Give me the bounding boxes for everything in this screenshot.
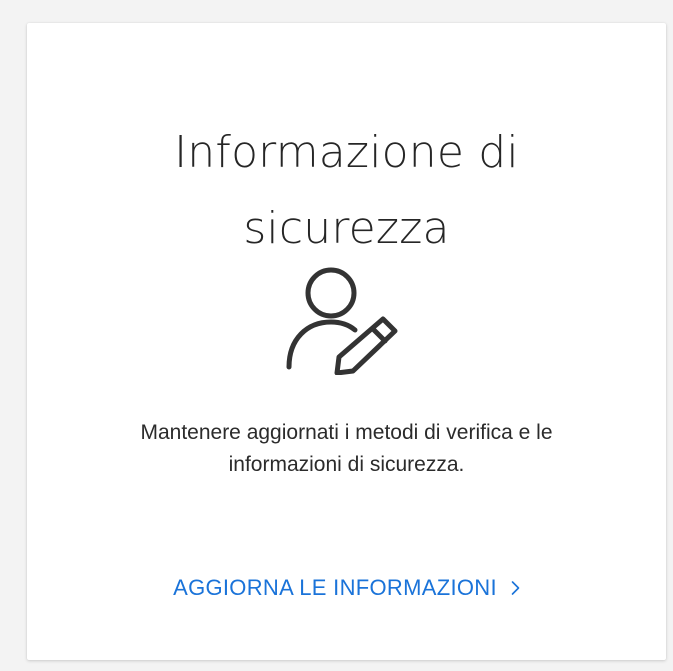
user-edit-icon [281, 255, 409, 375]
page: Informazione di sicurezza Mantenere aggi… [0, 0, 673, 671]
update-info-label: AGGIORNA LE INFORMAZIONI [173, 575, 497, 600]
card-title: Informazione di sicurezza [27, 115, 666, 267]
card-description: Mantenere aggiornati i metodi di verific… [27, 417, 666, 481]
chevron-right-icon [511, 581, 520, 595]
card-description-line-1: Mantenere aggiornati i metodi di verific… [140, 421, 553, 444]
update-info-link[interactable]: AGGIORNA LE INFORMAZIONI [173, 575, 520, 601]
card-description-line-2: informazioni di sicurezza. [228, 453, 465, 476]
card-title-line-1: Informazione di [174, 127, 519, 178]
security-info-card: Informazione di sicurezza Mantenere aggi… [27, 23, 666, 660]
action-row: AGGIORNA LE INFORMAZIONI [27, 575, 666, 601]
